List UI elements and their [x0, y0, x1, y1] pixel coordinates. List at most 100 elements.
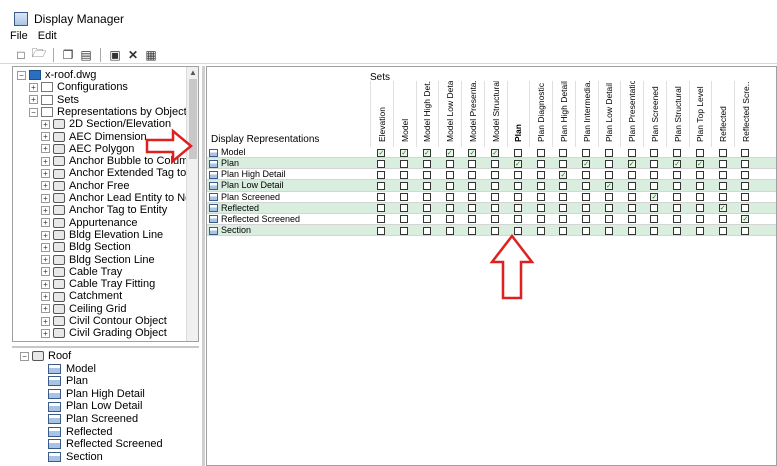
grid-row[interactable]: Plan Low Detail ✓ [207, 180, 776, 192]
grid-row[interactable]: Reflected ✓ [207, 202, 776, 214]
expand-icon[interactable]: + [29, 82, 38, 92]
tree-item[interactable]: + Bldg Section [41, 241, 131, 253]
set-checkbox[interactable] [400, 181, 409, 190]
representation-item[interactable]: Plan Screened [48, 413, 138, 426]
tree-item[interactable]: + Anchor Tag to Entity [41, 204, 167, 216]
set-checkbox[interactable] [673, 204, 682, 213]
representation-item[interactable]: Plan Low Detail [48, 400, 142, 413]
set-checkbox[interactable] [536, 226, 545, 235]
set-checkbox[interactable] [741, 193, 750, 202]
expand-icon[interactable]: + [41, 156, 50, 166]
expand-icon[interactable]: + [41, 316, 50, 326]
set-checkbox[interactable]: ✓ [491, 148, 500, 157]
set-checkbox[interactable] [741, 148, 750, 157]
set-checkbox[interactable] [513, 215, 522, 224]
set-checkbox[interactable] [582, 215, 591, 224]
expand-icon[interactable]: + [41, 341, 50, 342]
set-checkbox[interactable] [582, 148, 591, 157]
set-checkbox[interactable] [536, 181, 545, 190]
set-checkbox[interactable] [422, 204, 431, 213]
set-checkbox[interactable] [627, 170, 636, 179]
set-checkbox[interactable] [513, 204, 522, 213]
tree-item[interactable]: + Civil Grading Object [41, 327, 167, 339]
set-checkbox[interactable] [445, 215, 454, 224]
expand-icon[interactable]: + [41, 119, 50, 129]
set-checkbox[interactable] [536, 204, 545, 213]
expand-icon[interactable]: + [41, 169, 50, 179]
menu-file[interactable]: File [10, 30, 28, 44]
set-checkbox[interactable] [513, 181, 522, 190]
set-checkbox[interactable] [695, 148, 704, 157]
set-checkbox[interactable] [468, 159, 477, 168]
set-checkbox[interactable] [491, 170, 500, 179]
set-checkbox[interactable] [377, 204, 386, 213]
splitter[interactable] [202, 66, 205, 466]
column-header[interactable]: Plan [506, 81, 530, 147]
set-checkbox[interactable] [582, 170, 591, 179]
set-checkbox[interactable] [695, 170, 704, 179]
tree-scrollbar[interactable]: ▲ [186, 67, 198, 341]
tree-item[interactable]: + Bldg Section Line [41, 254, 155, 266]
set-checkbox[interactable] [650, 170, 659, 179]
set-checkbox[interactable] [468, 204, 477, 213]
set-checkbox[interactable] [468, 170, 477, 179]
column-header[interactable]: Reflected [711, 81, 734, 147]
representation-item[interactable]: Plan High Detail [48, 388, 145, 401]
set-checkbox[interactable] [422, 226, 431, 235]
expand-icon[interactable]: + [41, 205, 50, 215]
tree-item[interactable]: + Anchor Lead Entity to Node [41, 192, 198, 204]
column-header[interactable]: Model Presenta... [461, 81, 484, 147]
column-header[interactable]: Plan Diagnostic [529, 81, 552, 147]
set-checkbox[interactable] [650, 204, 659, 213]
tree-item[interactable]: + Appurtenance [41, 217, 138, 229]
set-checkbox[interactable]: ✓ [513, 159, 522, 168]
set-checkbox[interactable] [673, 193, 682, 202]
set-checkbox[interactable] [741, 170, 750, 179]
set-checkbox[interactable] [491, 226, 500, 235]
representation-item[interactable]: Plan [48, 375, 88, 388]
set-checkbox[interactable] [445, 193, 454, 202]
set-checkbox[interactable] [604, 159, 613, 168]
column-header[interactable]: Model [392, 81, 416, 147]
set-checkbox[interactable] [513, 193, 522, 202]
set-checkbox[interactable]: ✓ [377, 148, 386, 157]
set-checkbox[interactable]: ✓ [468, 148, 477, 157]
set-checkbox[interactable] [582, 226, 591, 235]
expand-icon[interactable]: + [41, 255, 50, 265]
set-checkbox[interactable] [627, 193, 636, 202]
collapse-icon[interactable]: − [17, 70, 26, 80]
column-header[interactable]: Plan High Detail [552, 81, 575, 147]
set-checkbox[interactable] [695, 226, 704, 235]
set-checkbox[interactable] [468, 226, 477, 235]
column-header[interactable]: Model Structural [483, 81, 507, 147]
tree-item[interactable]: + Civil Contour Object [41, 315, 167, 327]
collapse-icon[interactable]: − [29, 107, 38, 117]
column-header[interactable]: Elevation [370, 81, 393, 147]
representation-item[interactable]: Reflected Screened [48, 438, 163, 451]
set-checkbox[interactable]: ✓ [400, 148, 409, 157]
set-checkbox[interactable] [445, 159, 454, 168]
set-checkbox[interactable] [377, 181, 386, 190]
tree-item[interactable]: + Cable Tray [41, 266, 122, 278]
set-checkbox[interactable] [718, 215, 727, 224]
set-checkbox[interactable] [422, 193, 431, 202]
scroll-up-icon[interactable]: ▲ [187, 67, 198, 79]
grid-row[interactable]: Reflected Screened ✓ [207, 214, 776, 226]
expand-icon[interactable]: + [41, 181, 50, 191]
set-checkbox[interactable] [718, 193, 727, 202]
tree-root[interactable]: − x-roof.dwg [17, 69, 96, 81]
set-checkbox[interactable] [559, 193, 568, 202]
grid-row[interactable]: Section [207, 225, 776, 237]
set-checkbox[interactable] [491, 193, 500, 202]
set-checkbox[interactable] [695, 215, 704, 224]
set-checkbox[interactable] [604, 215, 613, 224]
set-checkbox[interactable] [559, 159, 568, 168]
expand-icon[interactable]: + [41, 304, 50, 314]
menu-edit[interactable]: Edit [38, 30, 57, 44]
set-checkbox[interactable]: ✓ [582, 159, 591, 168]
set-checkbox[interactable] [445, 226, 454, 235]
set-checkbox[interactable]: ✓ [604, 181, 613, 190]
set-checkbox[interactable] [377, 215, 386, 224]
tree-item[interactable]: + Cable Tray Fitting [41, 278, 155, 290]
expand-icon[interactable]: + [29, 95, 38, 105]
